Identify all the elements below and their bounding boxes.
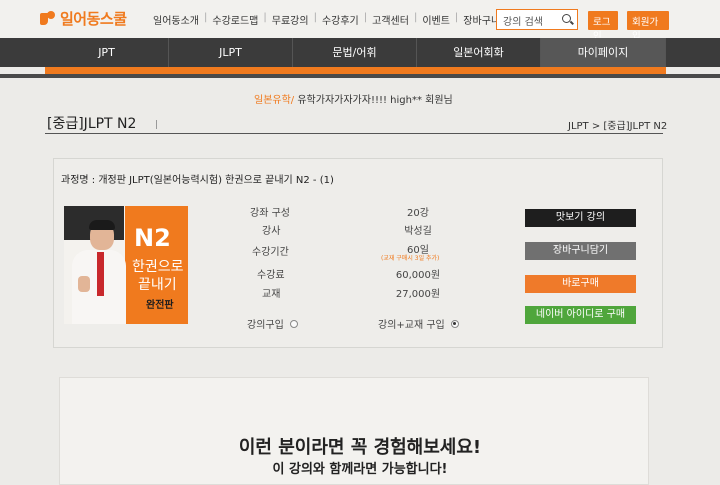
value-textbook: 27,000원 bbox=[395, 289, 441, 300]
option-lecture-book-label: 강의+교재 구입 bbox=[378, 320, 445, 331]
option-lecture-book[interactable]: 강의+교재 구입 bbox=[378, 316, 459, 331]
search-placeholder: 강의 검색 bbox=[503, 17, 543, 28]
member-category: 일본유학/ bbox=[254, 95, 295, 106]
period-note: (교재 구매시 3일 추가) bbox=[381, 255, 440, 262]
top-nav: 일어동소개 | 수강로드맵 | 무료강의 | 수강후기 | 고객센터 | 이벤트 | 장바구… bbox=[148, 12, 505, 27]
nav-events[interactable]: 이벤트 bbox=[417, 12, 455, 27]
member-name: 유학가자가자가자!!!! high** 회원님 bbox=[297, 95, 453, 106]
tab-jpt[interactable]: JPT bbox=[45, 38, 169, 67]
value-composition: 20강 bbox=[407, 208, 429, 219]
join-button[interactable]: 회원가입 bbox=[627, 11, 669, 42]
page-title: [중급]JLPT N2 bbox=[47, 116, 137, 132]
label-period: 수강기간 bbox=[252, 247, 289, 258]
top-bar: 일어동스쿨 일어동소개 | 수강로드맵 | 무료강의 | 수강후기 | 고객센터 | 이벤… bbox=[0, 0, 720, 42]
tab-jlpt[interactable]: JLPT bbox=[169, 38, 293, 67]
main-nav: JPT JLPT 문법/어휘 일본어회화 마이페이지 bbox=[0, 38, 720, 67]
title-rule bbox=[45, 133, 663, 134]
option-lecture[interactable]: 강의구입 bbox=[247, 316, 298, 331]
login-button[interactable]: 로그인 bbox=[588, 11, 618, 42]
tab-conversation[interactable]: 일본어회화 bbox=[417, 38, 541, 67]
label-composition: 강좌 구성 bbox=[250, 208, 290, 219]
preview-button[interactable]: 맛보기 강의 bbox=[525, 209, 636, 227]
tab-grammar[interactable]: 문법/어휘 bbox=[293, 38, 417, 67]
nav-reviews[interactable]: 수강후기 bbox=[317, 12, 364, 27]
label-textbook: 교재 bbox=[262, 289, 281, 300]
value-instructor: 박성길 bbox=[404, 226, 432, 237]
logo-text: 일어동스쿨 bbox=[60, 10, 127, 28]
option-lecture-label: 강의구입 bbox=[247, 320, 284, 331]
course-thumbnail[interactable]: N2 한권으로 끝내기 완전판 bbox=[64, 206, 188, 324]
label-instructor: 강사 bbox=[262, 226, 281, 237]
thumb-line1: 한권으로 bbox=[132, 259, 184, 275]
nav-about[interactable]: 일어동소개 bbox=[148, 12, 204, 27]
title-divider bbox=[156, 120, 157, 129]
search-input[interactable]: 강의 검색 bbox=[496, 9, 578, 30]
course-name: 과정명 : 개정판 JLPT(일본어능력시험) 한권으로 끝내기 N2 - (1… bbox=[61, 175, 334, 186]
add-to-cart-button[interactable]: 장바구니담기 bbox=[525, 242, 636, 260]
breadcrumb: JLPT > [중급]JLPT N2 bbox=[568, 121, 668, 132]
value-fee: 60,000원 bbox=[395, 270, 441, 281]
thumb-line3: 완전판 bbox=[146, 300, 174, 311]
option-lecture-radio[interactable] bbox=[289, 319, 298, 328]
site-logo[interactable]: 일어동스쿨 bbox=[40, 8, 127, 29]
thumb-level: N2 bbox=[134, 224, 171, 252]
nav-free-lectures[interactable]: 무료강의 bbox=[267, 12, 314, 27]
promo-headline: 이런 분이라면 꼭 경험해보세요! bbox=[238, 437, 482, 458]
nav-support[interactable]: 고객센터 bbox=[367, 12, 414, 27]
nav-accent-bar bbox=[45, 67, 666, 74]
logo-icon bbox=[40, 10, 56, 27]
label-fee: 수강료 bbox=[257, 270, 285, 281]
option-lecture-book-radio[interactable] bbox=[450, 319, 459, 328]
naver-buy-button[interactable]: 네이버 아이디로 구매 bbox=[525, 306, 636, 324]
member-greeting: 일본유학/ 유학가자가자가자!!!! high** 회원님 bbox=[254, 91, 453, 106]
search-icon[interactable] bbox=[562, 14, 571, 23]
promo-subline: 이 강의와 함께라면 가능합니다! bbox=[272, 462, 448, 477]
tab-mypage[interactable]: 마이페이지 bbox=[541, 38, 666, 67]
buy-now-button[interactable]: 바로구매 bbox=[525, 275, 636, 293]
nav-shadow-bar bbox=[0, 74, 720, 78]
thumb-line2: 끝내기 bbox=[138, 277, 177, 293]
nav-roadmap[interactable]: 수강로드맵 bbox=[207, 12, 263, 27]
